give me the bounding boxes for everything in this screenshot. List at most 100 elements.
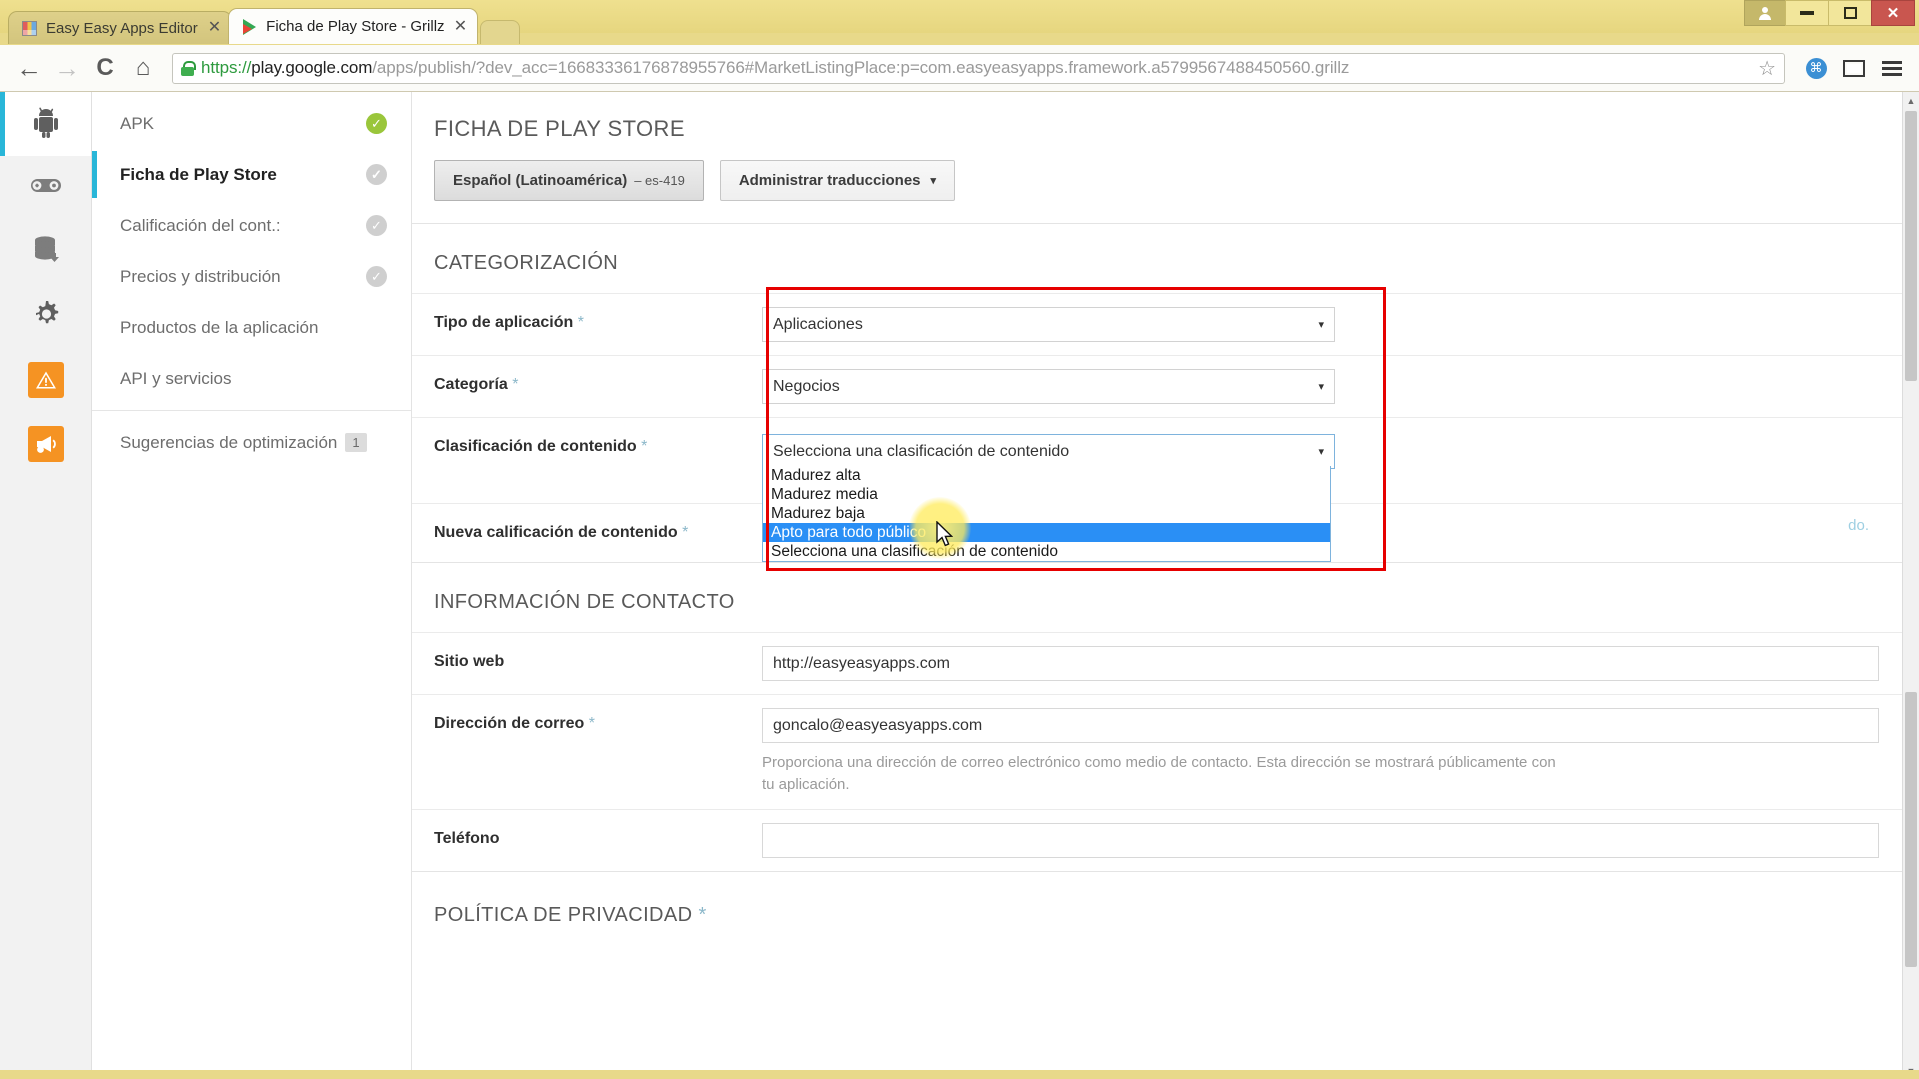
sidebar-item-precios-y-distribucion[interactable]: Precios y distribución ✓ — [92, 251, 411, 302]
field-control: Negocios ▾ — [762, 356, 1919, 417]
field-label: Clasificación de contenido * — [412, 418, 762, 476]
sidebar-item-productos-de-la-aplicacion[interactable]: Productos de la aplicación — [92, 302, 411, 353]
category-select[interactable]: Negocios ▾ — [762, 369, 1335, 404]
sidebar-item-apk[interactable]: APK ✓ — [92, 98, 411, 149]
mouse-cursor-icon — [936, 521, 953, 547]
play-store-favicon — [241, 18, 258, 35]
label-text: Teléfono — [434, 829, 500, 847]
form-row-telefono: Teléfono — [412, 808, 1919, 871]
new-tab-button[interactable] — [480, 20, 521, 44]
dropdown-option-madurez-alta[interactable]: Madurez alta — [763, 466, 1330, 485]
field-label: Tipo de aplicación * — [412, 294, 762, 352]
sidebar-item-label: API y servicios — [120, 368, 232, 388]
reload-icon[interactable]: C — [86, 49, 124, 87]
scrollbar-thumb-lower[interactable] — [1905, 692, 1917, 967]
label-text: Tipo de aplicación — [434, 314, 574, 331]
status-check-icon: ✓ — [366, 113, 387, 134]
categorization-heading: CATEGORIZACIÓN — [434, 252, 619, 274]
app-type-select[interactable]: Aplicaciones ▾ — [762, 307, 1335, 342]
extension-icon: ⌘ — [1805, 57, 1827, 79]
required-marker: * — [512, 376, 519, 393]
window-bottom-edge — [0, 1070, 1919, 1079]
sidebar-item-label: Ficha de Play Store — [120, 164, 277, 184]
menu-button[interactable] — [1875, 51, 1909, 85]
field-label: Teléfono — [412, 810, 762, 868]
minimize-button[interactable] — [1785, 0, 1829, 26]
sidebar-item-label: Productos de la aplicación — [120, 317, 319, 337]
dropdown-option-madurez-baja[interactable]: Madurez baja — [763, 504, 1330, 523]
sidebar-item-api-y-servicios[interactable]: API y servicios — [92, 353, 411, 404]
contact-heading: INFORMACIÓN DE CONTACTO — [434, 591, 735, 613]
required-marker: * — [682, 524, 689, 541]
tab-easy-easy-apps-editor[interactable]: Easy Easy Apps Editor ✕ — [8, 11, 233, 44]
bookmark-star-icon[interactable]: ☆ — [1754, 56, 1776, 81]
chevron-down-icon: ▾ — [1318, 381, 1324, 393]
sidebar-item-sugerencias-de-optimizacion[interactable]: Sugerencias de optimización 1 — [92, 417, 411, 468]
page-title: FICHA DE PLAY STORE — [434, 116, 685, 141]
maximize-button[interactable] — [1828, 0, 1872, 26]
rail-item-settings[interactable] — [0, 284, 91, 348]
dropdown-option-apto-para-todo-publico[interactable]: Apto para todo público — [763, 523, 1330, 542]
extension-button[interactable]: ⌘ — [1799, 51, 1833, 85]
back-icon[interactable]: ← — [10, 49, 48, 87]
scrollbar-thumb[interactable] — [1905, 111, 1917, 381]
label-text: Categoría — [434, 376, 508, 393]
content-rating-select[interactable]: Selecciona una clasificación de contenid… — [762, 434, 1335, 469]
cast-button[interactable] — [1837, 51, 1871, 85]
manage-translations-button[interactable]: Administrar traducciones ▾ — [719, 160, 956, 201]
required-marker: * — [577, 314, 584, 331]
home-icon[interactable]: ⌂ — [124, 49, 162, 87]
rail-item-database[interactable] — [0, 220, 91, 284]
suggestions-count-badge: 1 — [345, 433, 367, 452]
sidebar-item-label: Sugerencias de optimización — [120, 432, 338, 452]
browser-window: ✕ Easy Easy Apps Editor ✕ Ficha de Play … — [0, 0, 1919, 1079]
email-hint: Proporciona una dirección de correo elec… — [762, 754, 1556, 793]
window-controls: ✕ — [1744, 0, 1915, 27]
required-marker: * — [698, 903, 707, 926]
close-button[interactable]: ✕ — [1871, 0, 1915, 26]
form-row-clasificacion-de-contenido: Clasificación de contenido * Selecciona … — [412, 417, 1919, 562]
chevron-down-icon: ▾ — [1318, 319, 1324, 331]
cast-icon — [1843, 59, 1865, 77]
gear-icon — [31, 298, 61, 335]
label-text: Clasificación de contenido — [434, 438, 637, 455]
rail-item-android[interactable] — [0, 92, 91, 156]
forward-icon[interactable]: → — [48, 49, 86, 87]
select-value: Negocios — [773, 377, 840, 395]
input-value: goncalo@easyeasyapps.com — [773, 716, 983, 734]
required-marker: * — [641, 438, 648, 455]
sidebar-item-ficha-de-play-store[interactable]: Ficha de Play Store ✓ — [92, 149, 411, 200]
vertical-scrollbar[interactable]: ▲ ▼ — [1902, 92, 1919, 1079]
label-text: Dirección de correo — [434, 715, 585, 732]
close-icon[interactable]: ✕ — [454, 18, 467, 35]
language-button[interactable]: Español (Latinoamérica) – es-419 — [434, 160, 704, 201]
content-rating-dropdown-list[interactable]: Madurez alta Madurez media Madurez baja … — [762, 466, 1331, 562]
email-input[interactable]: goncalo@easyeasyapps.com — [762, 708, 1879, 743]
tab-ficha-de-play-store[interactable]: Ficha de Play Store - Grillz ✕ — [228, 8, 479, 44]
required-marker: * — [588, 715, 595, 732]
url-scheme: https:// — [201, 58, 252, 77]
sidebar-item-calificacion-del-contenido[interactable]: Calificación del cont.: ✓ — [92, 200, 411, 251]
gamepad-icon — [29, 174, 63, 203]
address-bar[interactable]: https://play.google.com/apps/publish/?de… — [172, 52, 1785, 84]
website-input[interactable]: http://easyeasyapps.com — [762, 646, 1879, 681]
sidebar-item-label: Precios y distribución — [120, 266, 281, 286]
rail-item-announcements[interactable] — [0, 412, 91, 476]
status-check-icon: ✓ — [366, 215, 387, 236]
rail-item-alerts[interactable] — [0, 348, 91, 412]
select-value: Aplicaciones — [773, 315, 863, 333]
form-row-sitio-web: Sitio web http://easyeasyapps.com — [412, 632, 1919, 694]
phone-input[interactable] — [762, 822, 1879, 858]
language-label: Español (Latinoamérica) — [453, 172, 628, 189]
dropdown-option-selecciona-una-clasificacion[interactable]: Selecciona una clasificación de contenid… — [763, 542, 1330, 561]
hamburger-icon — [1882, 60, 1902, 76]
close-icon[interactable]: ✕ — [208, 20, 221, 36]
rating-questionnaire-link[interactable]: do. — [1848, 517, 1869, 534]
dropdown-option-madurez-media[interactable]: Madurez media — [763, 485, 1330, 504]
grid-favicon — [21, 20, 38, 37]
database-icon — [31, 234, 61, 271]
scroll-up-icon[interactable]: ▲ — [1903, 92, 1919, 109]
user-profile-button[interactable] — [1744, 0, 1786, 26]
rail-item-games[interactable] — [0, 156, 91, 220]
page-content: APK ✓ Ficha de Play Store ✓ Calificación… — [0, 92, 1919, 1079]
